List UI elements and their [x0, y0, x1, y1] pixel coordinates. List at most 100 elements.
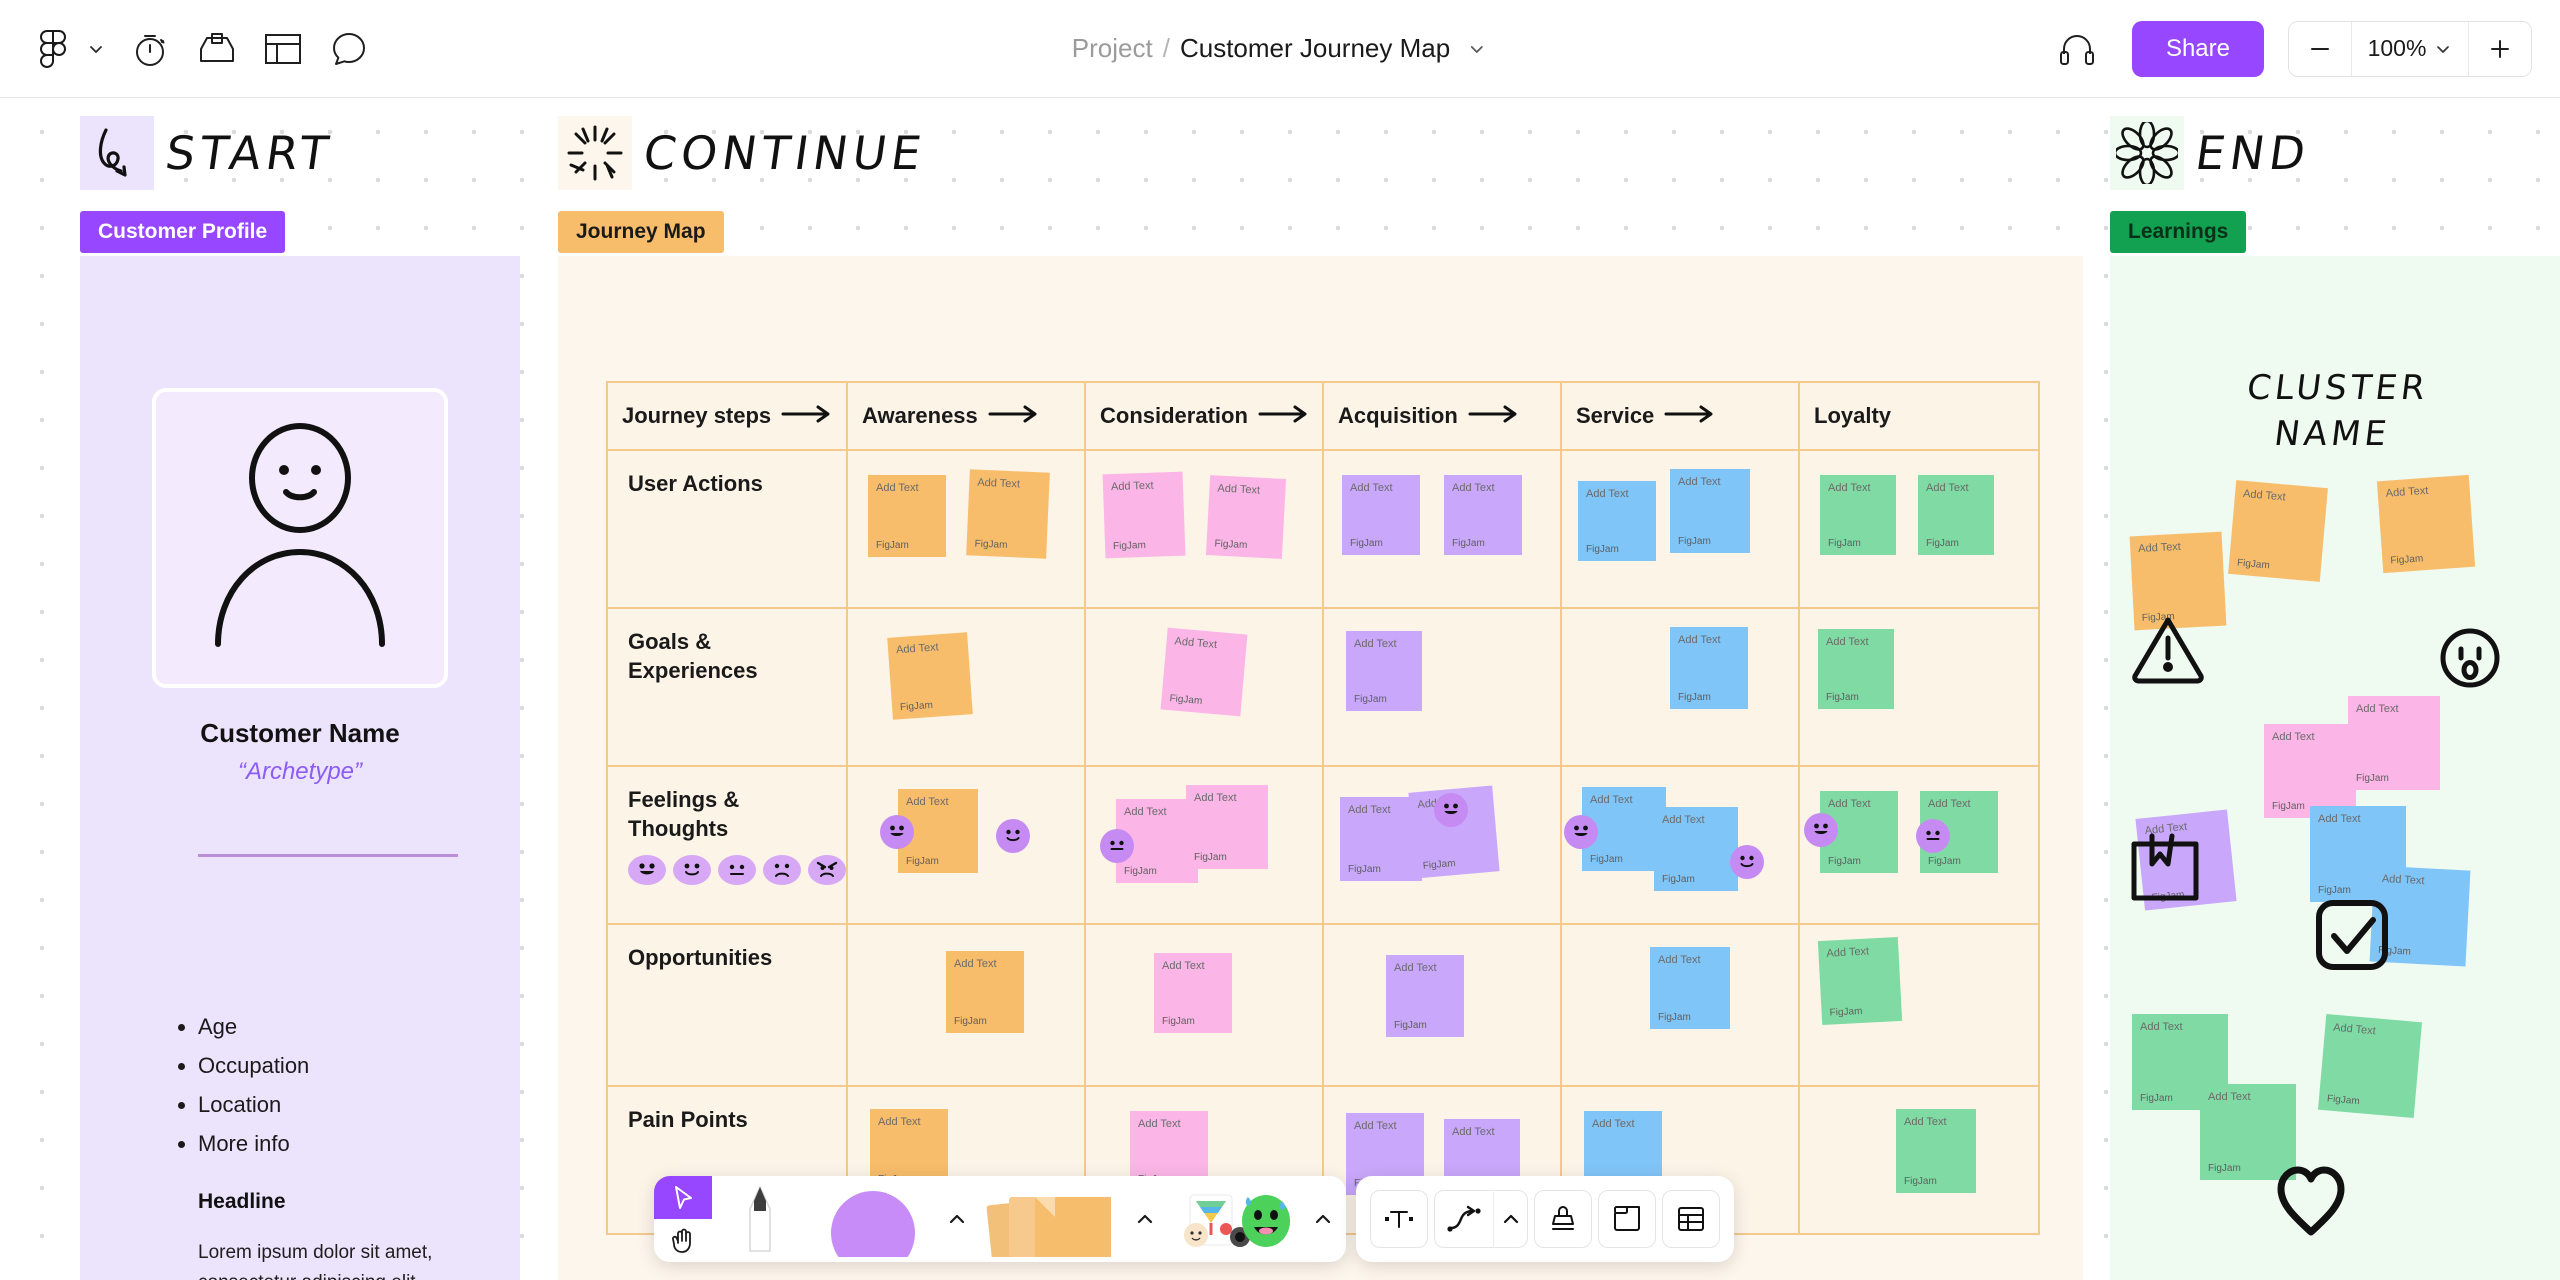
row-label-feelings-thoughts[interactable]: Feelings & Thoughts	[607, 766, 847, 924]
zoom-level-dropdown[interactable]: 100%	[2351, 21, 2469, 77]
zoom-out-button[interactable]	[2289, 21, 2351, 77]
sticky-note[interactable]: Add Text FigJam	[1444, 475, 1522, 555]
timer-icon[interactable]	[120, 18, 182, 80]
reaction-grin-icon[interactable]	[880, 815, 914, 849]
sticky-note[interactable]: Add Text FigJam	[2264, 724, 2356, 818]
cell-loyalty-user-actions[interactable]: Add Text FigJam Add Text FigJam	[1799, 450, 2039, 608]
row-label-opportunities[interactable]: Opportunities	[607, 924, 847, 1086]
column-header-service[interactable]: Service	[1561, 382, 1799, 450]
column-header-consideration[interactable]: Consideration	[1085, 382, 1323, 450]
reaction-neutral-icon[interactable]	[1100, 829, 1134, 863]
sticky-note[interactable]: Add Text FigJam	[1206, 475, 1286, 559]
column-header-loyalty[interactable]: Loyalty	[1799, 382, 2039, 450]
connector-chevron-up-icon[interactable]	[1493, 1190, 1527, 1248]
cell-service-goals[interactable]: Add Text FigJam	[1561, 608, 1799, 766]
mood-neutral-icon[interactable]	[718, 855, 756, 885]
canvas[interactable]: START Customer Profile Customer Name “Ar…	[0, 98, 2560, 1280]
reaction-grin-icon[interactable]	[1804, 813, 1838, 847]
chevron-down-icon[interactable]	[86, 39, 106, 59]
table-tool[interactable]	[1662, 1190, 1720, 1248]
cell-acquisition-feelings[interactable]: Add Text FigJam Add Text FigJam	[1323, 766, 1561, 924]
cell-service-feelings[interactable]: Add Text FigJam Add Text FigJam	[1561, 766, 1799, 924]
cell-acquisition-user-actions[interactable]: Add Text FigJam Add Text FigJam	[1323, 450, 1561, 608]
hand-tool[interactable]	[654, 1219, 712, 1262]
mood-smile-icon[interactable]	[673, 855, 711, 885]
reaction-grin-icon[interactable]	[1564, 815, 1598, 849]
cell-acquisition-goals[interactable]: Add Text FigJam	[1323, 608, 1561, 766]
sticky-note[interactable]: Add Text FigJam	[1386, 955, 1464, 1037]
sticky-note[interactable]: Add Text FigJam	[2348, 696, 2440, 790]
cell-consideration-opportunities[interactable]: Add Text FigJam	[1085, 924, 1323, 1086]
shape-tool[interactable]	[808, 1176, 938, 1262]
cell-loyalty-goals[interactable]: Add Text FigJam	[1799, 608, 2039, 766]
sticky-note[interactable]: Add Text FigJam	[946, 951, 1024, 1033]
journey-map-panel[interactable]: Journey steps Awareness	[558, 256, 2083, 1280]
figma-menu-button[interactable]	[22, 18, 116, 80]
sticky-note[interactable]: Add Text FigJam	[1578, 481, 1656, 561]
sticky-note[interactable]: Add Text FigJam	[887, 632, 973, 719]
cell-loyalty-feelings[interactable]: Add Text FigJam Add Text FigJam	[1799, 766, 2039, 924]
figma-logo-icon[interactable]	[22, 18, 84, 80]
row-label-user-actions[interactable]: User Actions	[607, 450, 847, 608]
start-panel[interactable]: Customer Name “Archetype” Age Occupation…	[80, 256, 520, 1280]
sticky-note[interactable]: Add Text FigJam	[1346, 631, 1422, 711]
column-header-awareness[interactable]: Awareness	[847, 382, 1085, 450]
connector-tool[interactable]	[1435, 1190, 1493, 1248]
row-label-goals-experiences[interactable]: Goals & Experiences	[607, 608, 847, 766]
column-header-journey-steps[interactable]: Journey steps	[607, 382, 847, 450]
stamp-tool[interactable]	[1534, 1190, 1592, 1248]
cell-consideration-user-actions[interactable]: Add Text FigJam Add Text FigJam	[1085, 450, 1323, 608]
sticky-note[interactable]: Add Text FigJam	[1918, 475, 1994, 555]
breadcrumb-file-name[interactable]: Customer Journey Map	[1180, 33, 1450, 64]
cell-awareness-feelings[interactable]: Add Text FigJam	[847, 766, 1085, 924]
sticky-note[interactable]: Add Text FigJam	[1650, 947, 1730, 1029]
sticky-note[interactable]: Add Text FigJam	[2228, 480, 2328, 582]
text-tool[interactable]	[1370, 1190, 1428, 1248]
reaction-smile-icon[interactable]	[1730, 845, 1764, 879]
column-header-acquisition[interactable]: Acquisition	[1323, 382, 1561, 450]
comment-icon[interactable]	[318, 18, 380, 80]
sticky-note[interactable]: Add Text FigJam	[1654, 807, 1738, 891]
stickers-tool[interactable]	[1164, 1176, 1304, 1262]
learnings-chip[interactable]: Learnings	[2110, 211, 2246, 253]
cell-service-opportunities[interactable]: Add Text FigJam	[1561, 924, 1799, 1086]
sticky-note[interactable]: Add Text FigJam	[1818, 629, 1894, 709]
sticky-chevron-up-icon[interactable]	[1126, 1208, 1164, 1230]
journey-map-chip[interactable]: Journey Map	[558, 211, 724, 253]
sticky-note[interactable]: Add Text FigJam	[1342, 475, 1420, 555]
cell-loyalty-opportunities[interactable]: Add Text FigJam	[1799, 924, 2039, 1086]
mood-angry-icon[interactable]	[808, 855, 846, 885]
sticky-note[interactable]: Add Text FigJam	[868, 475, 946, 557]
sticky-note[interactable]: Add Text FigJam	[966, 469, 1050, 558]
sticky-note[interactable]: Add Text FigJam	[1818, 937, 1902, 1025]
sticky-note[interactable]: Add Text FigJam	[1896, 1109, 1976, 1193]
file-menu-chevron-down-icon[interactable]	[1466, 38, 1488, 60]
customer-profile-chip[interactable]: Customer Profile	[80, 211, 285, 253]
inbox-icon[interactable]	[186, 18, 248, 80]
sticky-note[interactable]: Add Text FigJam	[1670, 627, 1748, 709]
layout-icon[interactable]	[252, 18, 314, 80]
sticky-note[interactable]: Add Text FigJam	[1161, 628, 1248, 717]
cell-awareness-user-actions[interactable]: Add Text FigJam Add Text FigJam	[847, 450, 1085, 608]
end-panel[interactable]: CLUSTER NAME Add Text FigJam Add Text Fi…	[2110, 256, 2560, 1280]
cell-loyalty-pain-points[interactable]: Add Text FigJam	[1799, 1086, 2039, 1234]
sticky-note[interactable]: Add Text FigJam	[2318, 1014, 2422, 1118]
cell-consideration-feelings[interactable]: Add Text FigJam Add Text FigJam	[1085, 766, 1323, 924]
cell-consideration-goals[interactable]: Add Text FigJam	[1085, 608, 1323, 766]
sticky-note[interactable]: Add Text FigJam	[1186, 785, 1268, 869]
cell-awareness-opportunities[interactable]: Add Text FigJam	[847, 924, 1085, 1086]
mood-frown-icon[interactable]	[763, 855, 801, 885]
sticky-tool[interactable]	[976, 1176, 1126, 1262]
shape-chevron-up-icon[interactable]	[938, 1208, 976, 1230]
reaction-neutral-icon[interactable]	[1916, 819, 1950, 853]
mood-grin-icon[interactable]	[628, 855, 666, 885]
cell-acquisition-opportunities[interactable]: Add Text FigJam	[1323, 924, 1561, 1086]
zoom-in-button[interactable]	[2469, 21, 2531, 77]
sticky-note[interactable]: Add Text FigJam	[1154, 953, 1232, 1033]
sticky-note[interactable]: Add Text FigJam	[1103, 472, 1186, 559]
cell-service-user-actions[interactable]: Add Text FigJam Add Text FigJam	[1561, 450, 1799, 608]
sticky-note[interactable]: Add Text FigJam	[1820, 475, 1896, 555]
reaction-smile-icon[interactable]	[996, 819, 1030, 853]
share-button[interactable]: Share	[2132, 21, 2264, 77]
section-tool[interactable]	[1598, 1190, 1656, 1248]
